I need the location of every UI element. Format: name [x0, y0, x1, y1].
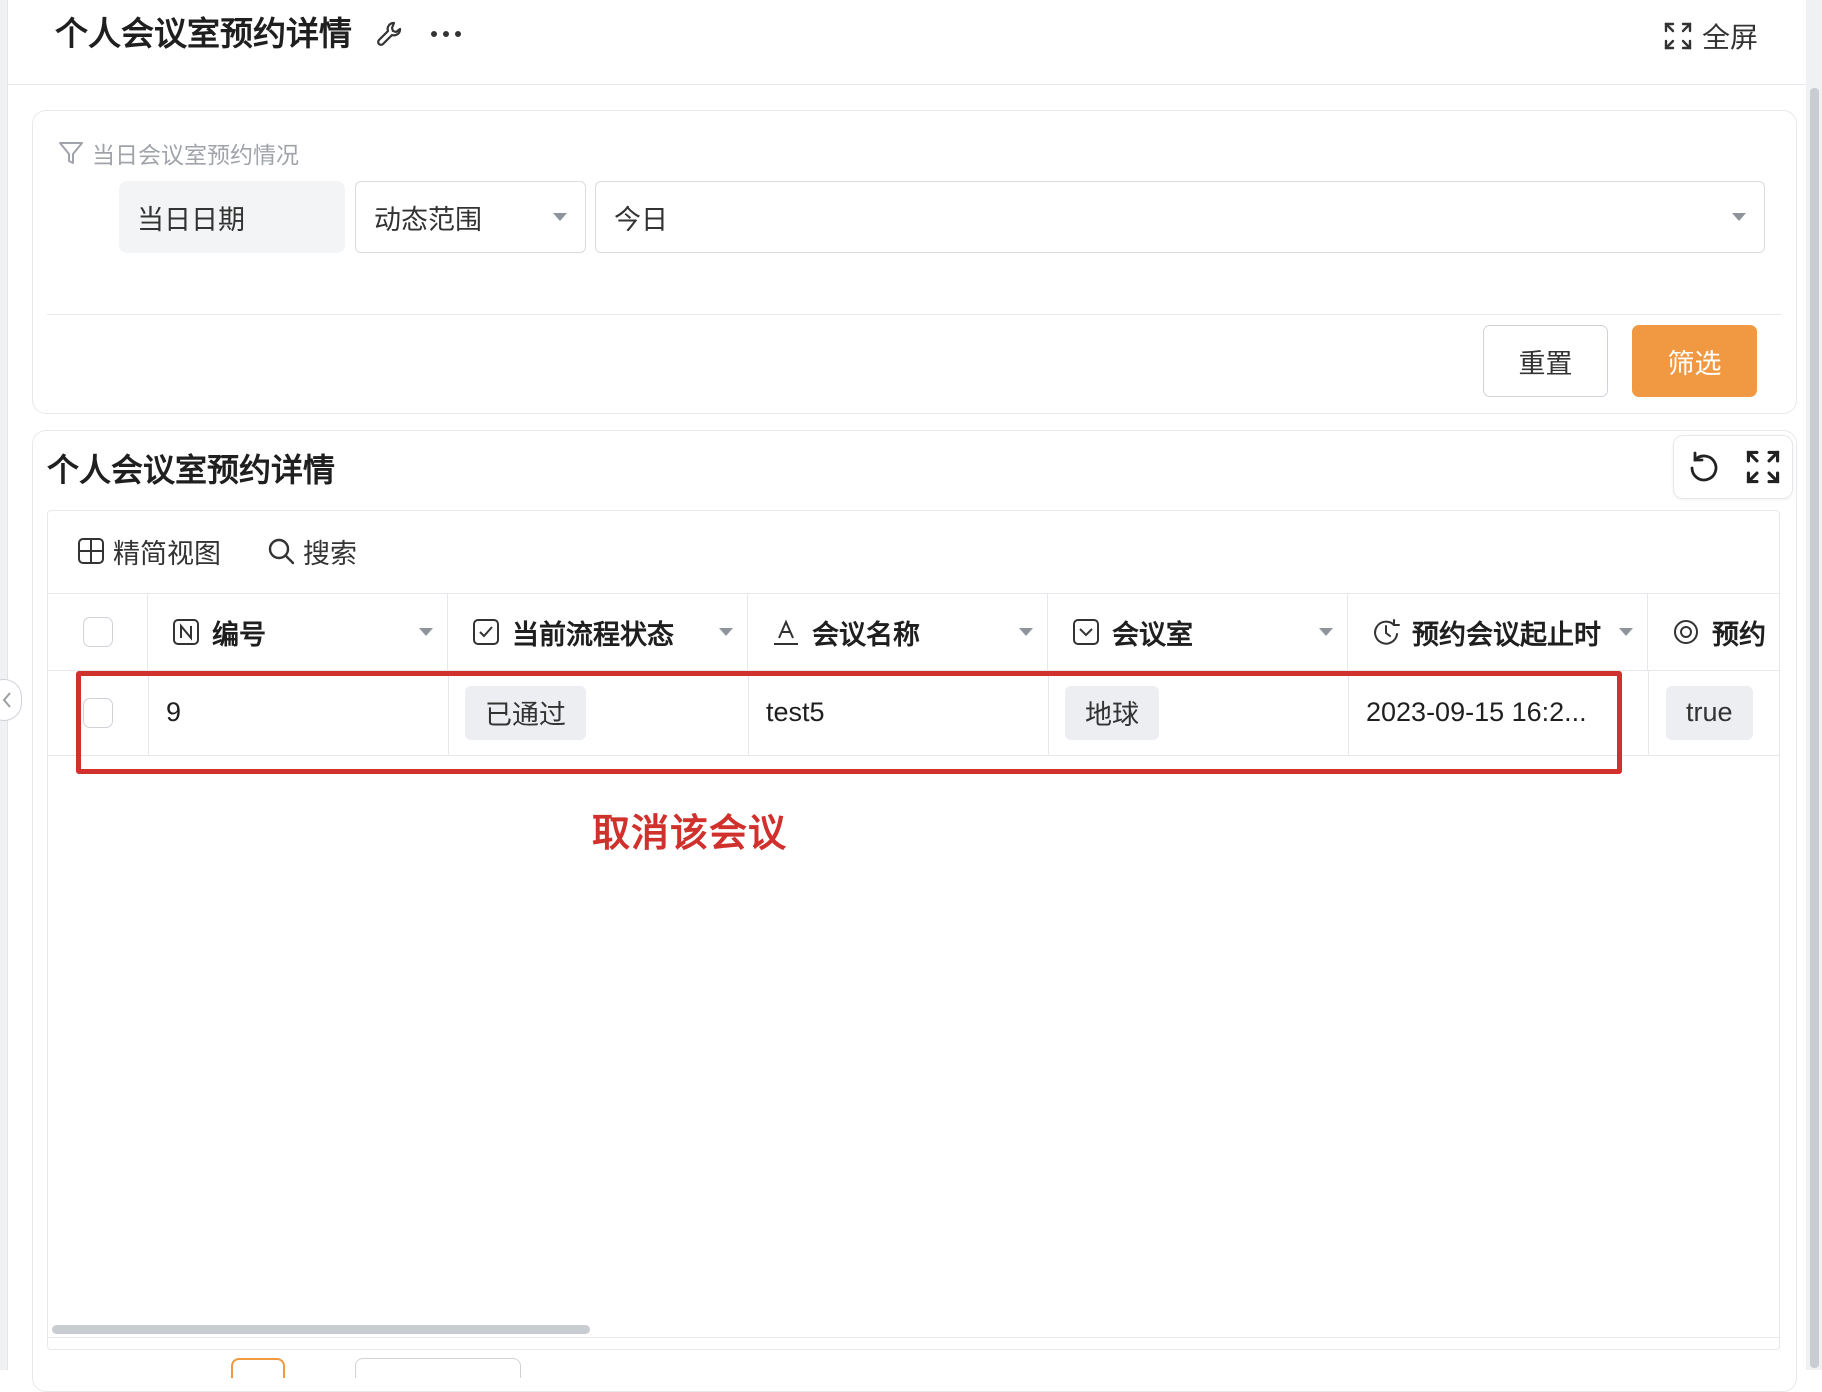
radio-field-icon [1672, 618, 1700, 646]
more-options-icon[interactable] [426, 16, 466, 52]
column-label: 会议名称 [812, 619, 920, 650]
column-label: 会议室 [1112, 619, 1193, 650]
page-title: 个人会议室预约详情 [55, 15, 352, 52]
search-button[interactable]: 搜索 [267, 530, 357, 572]
chevron-left-icon [1, 691, 13, 709]
column-label: 预约 [1712, 619, 1766, 650]
checkbox-field-icon [472, 618, 500, 646]
chevron-down-icon[interactable] [1019, 628, 1033, 636]
column-label: 当前流程状态 [512, 619, 674, 650]
filter-field-label: 当日日期 [119, 181, 345, 253]
chevron-down-icon[interactable] [1319, 628, 1333, 636]
select-all-checkbox[interactable] [82, 617, 113, 647]
fullscreen-button[interactable]: 全屏 [1664, 14, 1758, 58]
column-header-room[interactable]: 会议室 [1048, 594, 1348, 670]
column-header-booking[interactable]: 预约 [1648, 594, 1780, 670]
wrench-icon[interactable] [372, 16, 408, 52]
column-label: 预约会议起止时 [1412, 619, 1601, 650]
table-footer-divider [48, 1337, 1780, 1338]
number-field-icon [172, 618, 200, 646]
table-tools [1673, 435, 1793, 499]
booking-flag-badge: true [1666, 685, 1753, 740]
chevron-down-icon [1732, 213, 1746, 221]
text-field-icon [772, 618, 800, 646]
chevron-down-icon[interactable] [419, 628, 433, 636]
funnel-icon [58, 140, 84, 166]
fullscreen-label: 全屏 [1702, 22, 1759, 53]
compact-view-label: 精简视图 [113, 538, 221, 569]
vertical-scrollbar-thumb[interactable] [1810, 88, 1819, 1368]
horizontal-scrollbar-thumb[interactable] [52, 1325, 590, 1334]
range-mode-select[interactable]: 动态范围 [355, 181, 586, 253]
range-value-select[interactable]: 今日 [595, 181, 1765, 253]
datetime-field-icon [1372, 618, 1400, 646]
page-size-select[interactable] [355, 1358, 521, 1378]
grid-icon [77, 537, 105, 565]
annotation-highlight-box [76, 671, 1622, 774]
column-header-meeting-name[interactable]: 会议名称 [748, 594, 1048, 670]
filter-hint: 当日会议室预约情况 [58, 136, 299, 170]
chevron-down-icon [553, 213, 567, 221]
sidebar-collapse-toggle[interactable] [0, 679, 22, 721]
reset-button[interactable]: 重置 [1483, 325, 1608, 397]
filter-button[interactable]: 筛选 [1632, 325, 1757, 397]
search-label: 搜索 [303, 538, 357, 569]
column-header-status[interactable]: 当前流程状态 [448, 594, 748, 670]
filter-hint-text: 当日会议室预约情况 [92, 142, 299, 168]
expand-icon[interactable] [1746, 450, 1780, 484]
range-mode-value: 动态范围 [374, 204, 482, 235]
table-section-title: 个人会议室预约详情 [47, 452, 336, 488]
column-header-id[interactable]: 编号 [148, 594, 448, 670]
filter-divider [47, 314, 1781, 315]
column-header-time[interactable]: 预约会议起止时 [1348, 594, 1648, 670]
annotation-text: 取消该会议 [592, 813, 788, 855]
select-all-cell [48, 594, 148, 670]
cell-divider [1648, 670, 1649, 755]
range-value: 今日 [614, 204, 668, 235]
cell-booking[interactable]: true [1666, 670, 1776, 755]
search-icon [267, 537, 295, 565]
compact-view-button[interactable]: 精简视图 [77, 530, 221, 572]
header-divider [7, 84, 1806, 85]
select-field-icon [1072, 618, 1100, 646]
pagination-current-page[interactable] [231, 1358, 285, 1378]
chevron-down-icon[interactable] [1619, 628, 1633, 636]
refresh-icon[interactable] [1687, 450, 1721, 484]
chevron-down-icon[interactable] [719, 628, 733, 636]
expand-icon [1664, 22, 1692, 50]
column-label: 编号 [212, 619, 266, 650]
